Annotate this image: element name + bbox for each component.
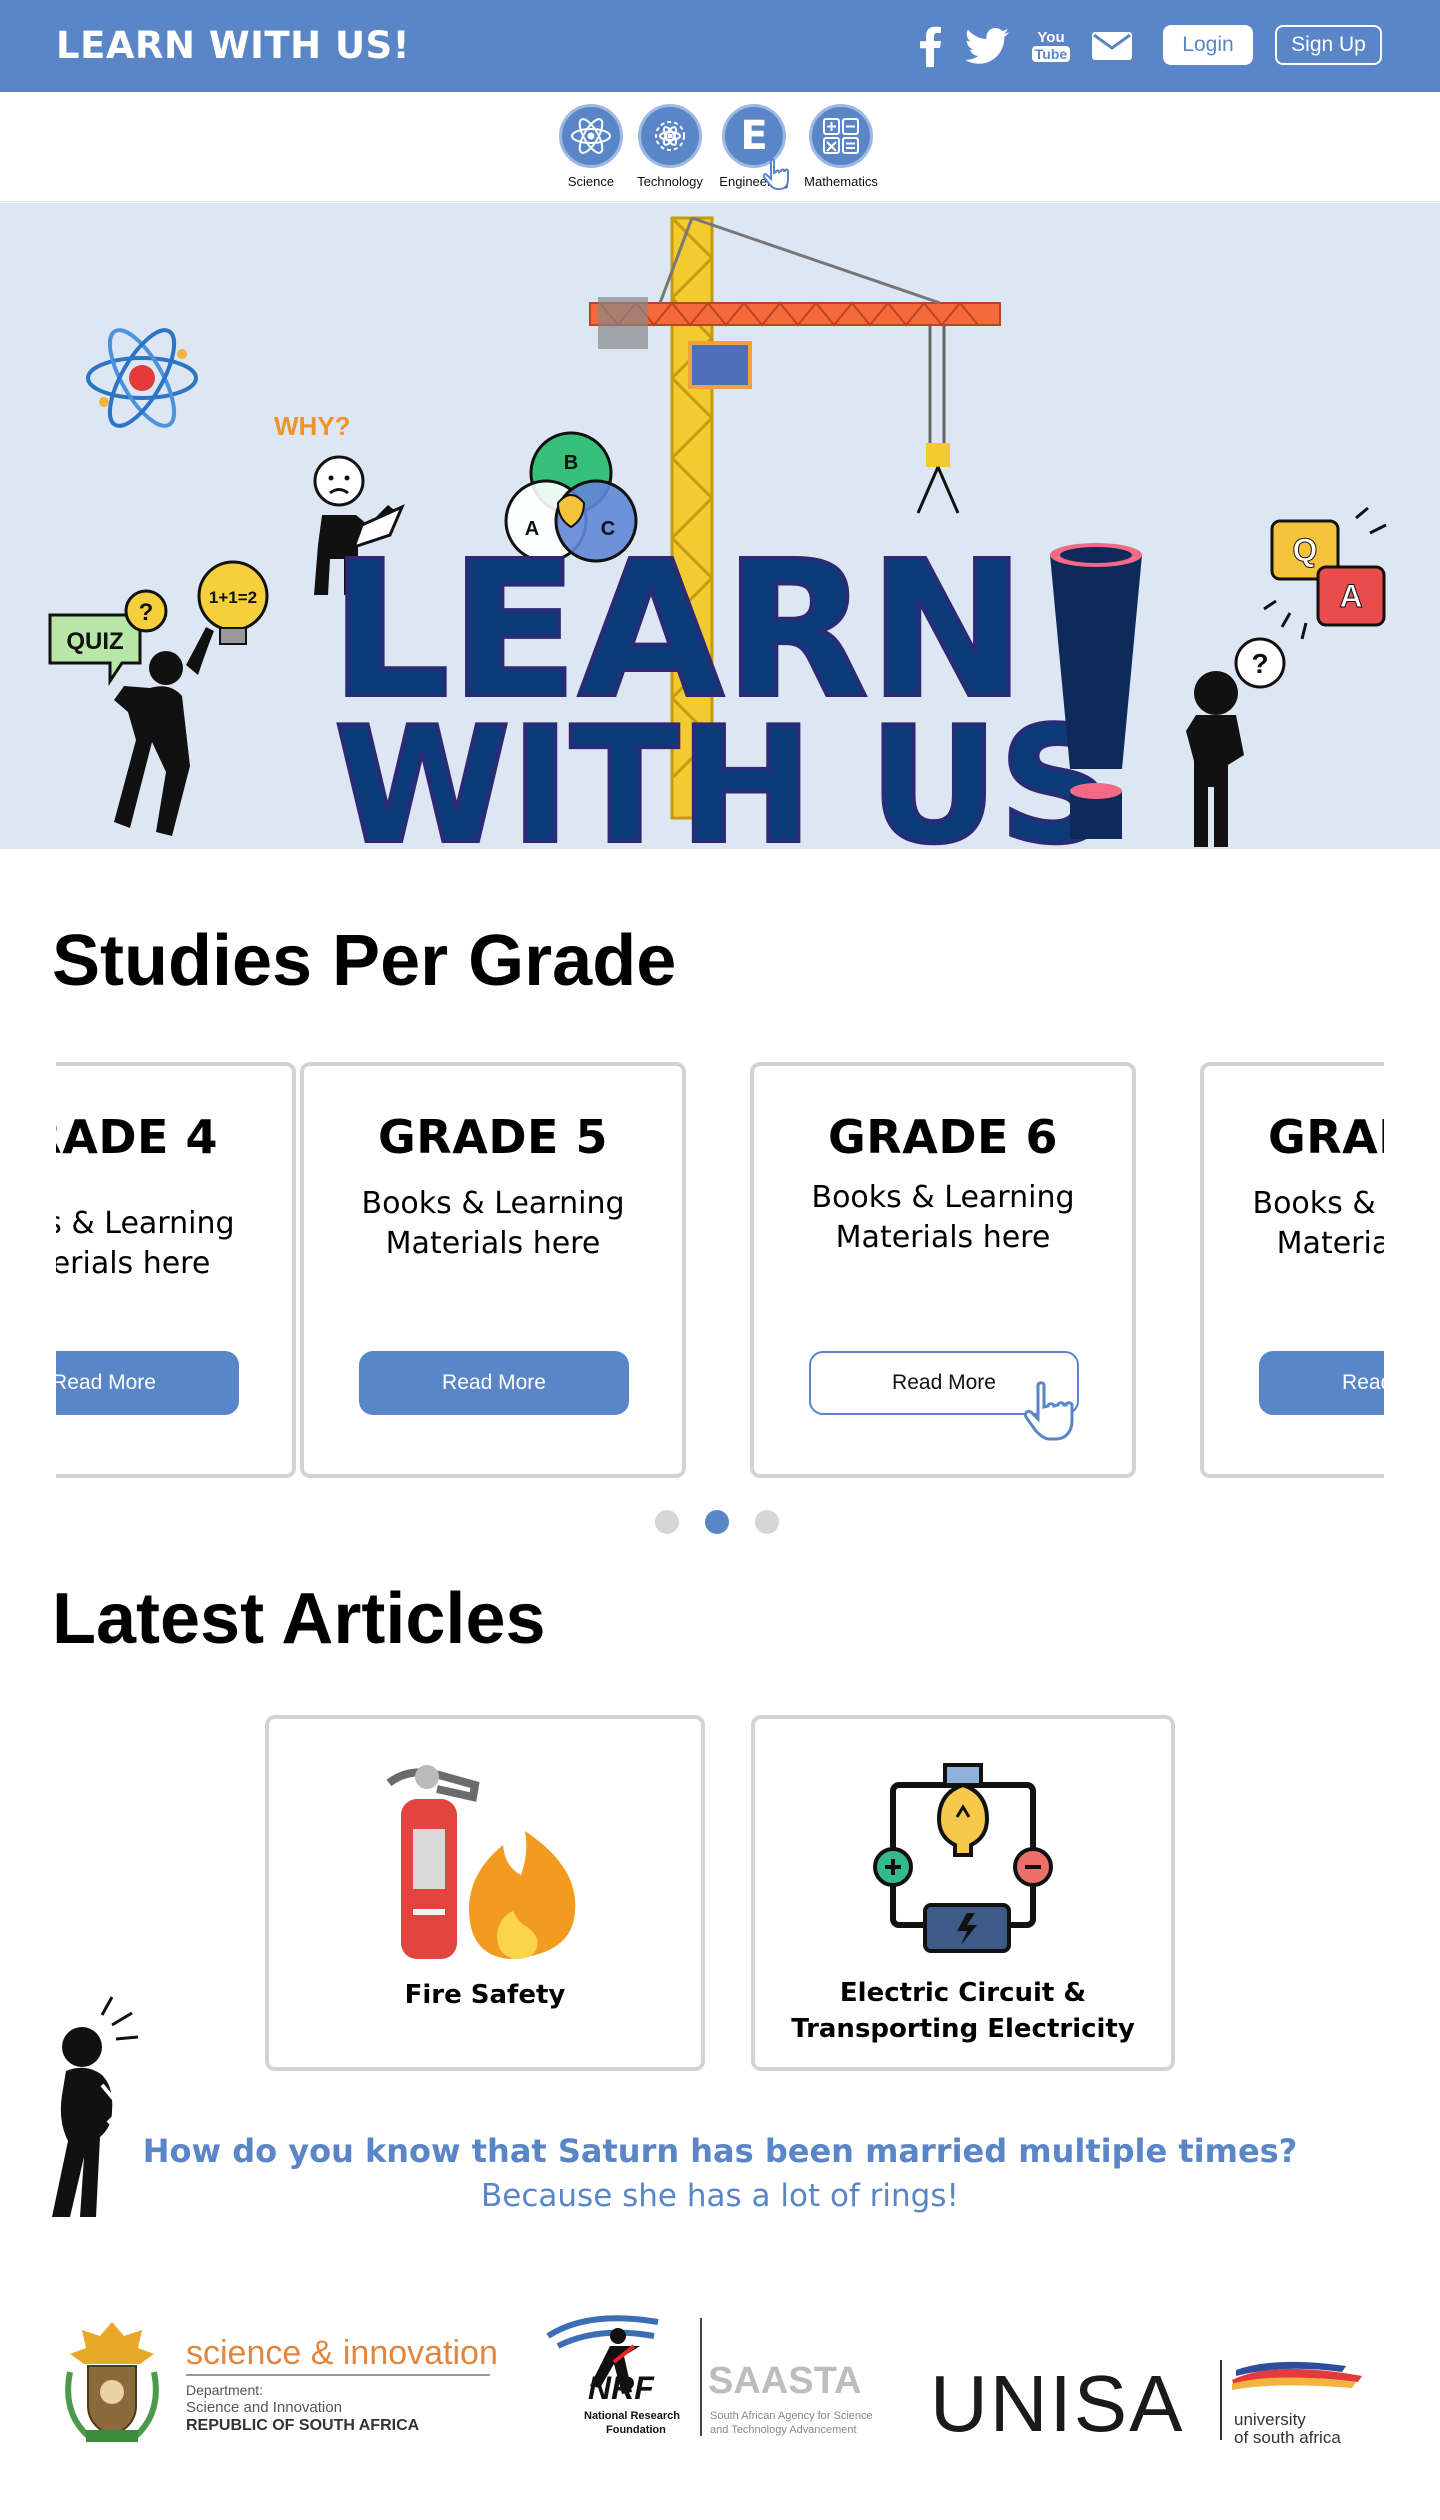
saasta-line2: and Technology Advancement <box>710 2424 857 2436</box>
subject-engineering[interactable]: E Engineering <box>714 104 794 190</box>
hero-title: LEARN WITH US <box>328 519 1116 849</box>
grade-card[interactable]: GRADE 6 Books & Learning Materials here … <box>750 1062 1136 1478</box>
twitter-icon[interactable] <box>962 22 1012 70</box>
nrf-name: NRF <box>588 2370 654 2406</box>
grades-section-title: Studies Per Grade <box>52 921 677 1001</box>
dsi-name: science & innovation <box>186 2334 498 2372</box>
hand-cursor-icon <box>762 158 789 190</box>
login-button[interactable]: Login <box>1163 25 1253 65</box>
grade-title: GRADE 6 <box>828 1110 1058 1164</box>
subject-science[interactable]: Science <box>551 104 631 189</box>
unisa-name: UNISA <box>930 2359 1185 2448</box>
coat-of-arms-icon <box>65 2322 159 2442</box>
signup-button[interactable]: Sign Up <box>1275 25 1382 65</box>
article-card[interactable]: Electric Circuit & Transporting Electric… <box>751 1715 1175 2071</box>
subject-nav: Science Technology E Engineering Mathema… <box>0 92 1440 202</box>
carousel-dot[interactable] <box>755 1510 779 1534</box>
grade-desc: Books & Learning Materials here <box>56 1206 235 1281</box>
dsi-logo[interactable]: science & innovation Department: Science… <box>60 2318 500 2448</box>
dsi-line2: Science and Innovation <box>186 2399 342 2416</box>
venn-b: B <box>564 452 578 474</box>
nrf-line2: Foundation <box>606 2424 666 2436</box>
dsi-line1: Department: <box>186 2382 264 2398</box>
grade-desc: Books & Learning Materials here <box>361 1186 625 1261</box>
top-navbar: LEARN WITH US! You Tube Login Sign Up <box>0 0 1440 92</box>
articles-section-title: Latest Articles <box>52 1579 546 1659</box>
nrf-line1: National Research <box>584 2410 680 2422</box>
calculator-icon <box>809 104 873 168</box>
bulb-text: 1+1=2 <box>209 588 257 607</box>
article-card[interactable]: Fire Safety <box>265 1715 705 2071</box>
carousel-dot-active[interactable] <box>705 1510 729 1534</box>
grade-card[interactable]: GRADE 4 Books & Learning Materials here … <box>56 1062 296 1478</box>
q-letter: Q <box>1293 532 1318 568</box>
subject-label: Technology <box>637 174 703 189</box>
a-letter: A <box>1339 578 1362 614</box>
unisa-line2: of south africa <box>1234 2428 1341 2447</box>
grade-desc: Books & Learning Materials here <box>1252 1186 1385 1261</box>
dsi-line3: REPUBLIC OF SOUTH AFRICA <box>186 2417 420 2434</box>
unisa-flag-icon <box>1232 2361 1362 2390</box>
nrf-logo[interactable]: NRF National Research Foundation <box>538 2306 698 2446</box>
subject-mathematics[interactable]: Mathematics <box>801 104 881 189</box>
read-more-button[interactable]: Read More <box>1259 1351 1384 1415</box>
question-mark-right: ? <box>1251 648 1268 679</box>
joke-answer: Because she has a lot of rings! <box>481 2178 959 2214</box>
carousel-dot[interactable] <box>655 1510 679 1534</box>
joke-question: How do you know that Saturn has been mar… <box>142 2132 1298 2170</box>
brand-title[interactable]: LEARN WITH US! <box>56 24 410 67</box>
saasta-name: SAASTA <box>708 2360 862 2402</box>
facebook-icon[interactable] <box>910 22 950 70</box>
unisa-logo[interactable]: UNISA university of south africa <box>930 2340 1370 2450</box>
question-mark: ? <box>139 599 154 626</box>
grade-card[interactable]: GRADE 7 Books & Learning Materials here … <box>1200 1062 1384 1478</box>
subject-label: Science <box>567 174 615 189</box>
read-more-button[interactable]: Read More <box>56 1351 239 1415</box>
unisa-divider <box>1220 2360 1222 2440</box>
logo-divider <box>700 2318 702 2436</box>
grade-title: GRADE 7 <box>1268 1110 1384 1164</box>
hero-title-line2: WITH US <box>334 692 1114 849</box>
article-title-line1: Electric Circuit & <box>839 1978 1087 2008</box>
article-title: Fire Safety <box>404 1980 566 2010</box>
fire-extinguisher-icon <box>386 1765 576 1959</box>
youtube-icon[interactable]: You Tube <box>1030 22 1072 70</box>
atom-icon <box>86 328 198 428</box>
grade-title: GRADE 5 <box>378 1110 608 1164</box>
thinking-person-right-icon <box>1186 637 1286 847</box>
read-more-button[interactable]: Read More <box>359 1351 629 1415</box>
grade-desc: Books & Learning Materials here <box>811 1180 1075 1255</box>
grade-title: GRADE 4 <box>56 1110 218 1164</box>
atom-icon <box>559 104 623 168</box>
unisa-line1: university <box>1234 2410 1306 2429</box>
subject-label: Mathematics <box>804 174 878 189</box>
hand-cursor-icon <box>1024 1381 1074 1441</box>
saasta-line1: South African Agency for Science <box>710 2410 873 2422</box>
grade-card[interactable]: GRADE 5 Books & Learning Materials here … <box>300 1062 686 1478</box>
article-title-line2: Transporting Electricity <box>791 2014 1135 2044</box>
electric-circuit-icon <box>873 1763 1053 1953</box>
saasta-logo[interactable]: SAASTA South African Agency for Science … <box>706 2360 906 2450</box>
quiz-text: QUIZ <box>66 628 123 655</box>
carousel-dots <box>655 1510 779 1534</box>
qa-bubbles-icon <box>1263 506 1387 640</box>
subject-technology[interactable]: Technology <box>630 104 710 189</box>
grades-carousel[interactable]: GRADE 4 Books & Learning Materials here … <box>56 1062 1384 1482</box>
mail-icon[interactable] <box>1090 22 1134 70</box>
hero-banner: QUIZ ? 1+1=2 WHY? B A C LEARN WITH US Q … <box>0 203 1440 849</box>
gear-atom-icon <box>638 104 702 168</box>
why-text: WHY? <box>274 411 351 441</box>
